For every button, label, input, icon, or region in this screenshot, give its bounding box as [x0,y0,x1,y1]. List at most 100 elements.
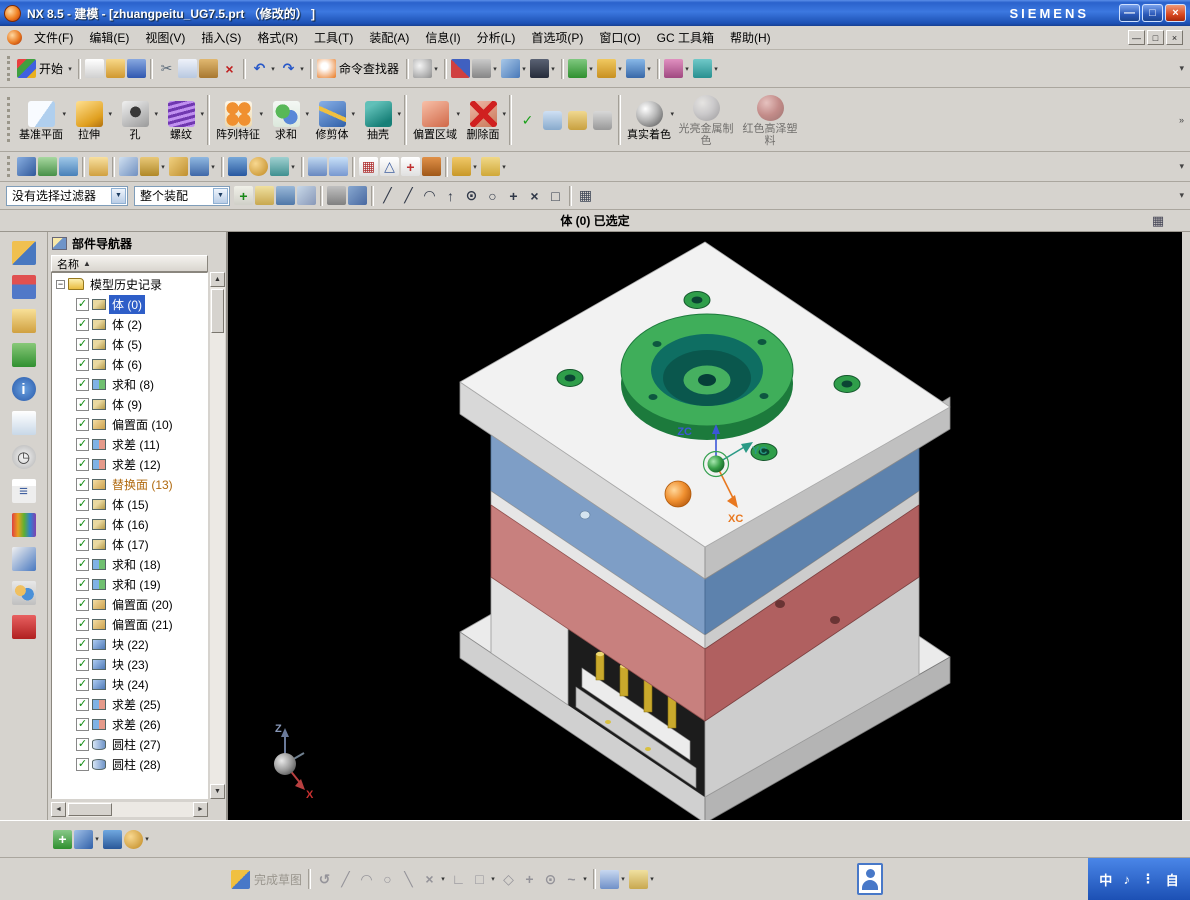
scroll-left-icon[interactable]: ◄ [51,802,66,817]
feature-button[interactable]: ▾ [565,108,590,131]
graphics-viewport[interactable]: ZC YC XC Z X [228,232,1182,820]
chevron-down-icon[interactable]: ▼ [213,187,228,204]
dropdown-arrow-icon[interactable]: ▾ [159,163,167,171]
dropdown-arrow-icon[interactable]: ▾ [200,110,204,118]
toolbar-icon[interactable]: ▾ [105,58,126,79]
dropdown-arrow-icon[interactable]: ▾ [432,65,440,73]
snap-point-icon[interactable]: × ▾ [524,185,545,206]
menu-item[interactable]: 格式(R) [249,26,306,49]
toolbar-icon[interactable]: ▾ [596,58,625,79]
sketch-tool-icon[interactable]: × ▾ [419,869,448,890]
menu-item[interactable]: 视图(V) [137,26,193,49]
feature-button[interactable]: 螺纹 ▾ [158,98,204,142]
sketch-tool-icon[interactable]: ∟ ▾ [448,869,469,890]
toolbar-icon[interactable]: ▾ [84,58,105,79]
resource-tab-icon[interactable] [11,274,37,300]
menu-item[interactable]: 装配(A) [361,26,417,49]
sketch-tool-icon[interactable]: ╱ ▾ [335,869,356,890]
toolbar-icon[interactable]: △ ▾ [379,156,400,177]
toolbar-icon[interactable]: ▾ [451,156,480,177]
menu-item[interactable]: 窗口(O) [591,26,648,49]
feature-tree-row[interactable]: ✓ 体 (0) [52,294,207,314]
toolbar-icon[interactable]: ▾ [73,829,102,850]
feature-tree-row[interactable]: ✓ 体 (6) [52,354,207,374]
csys-drag-handle[interactable] [664,480,692,508]
dropdown-arrow-icon[interactable]: ▾ [143,835,151,843]
snap-point-icon[interactable]: ▦ ▾ [575,185,596,206]
name-column-header[interactable]: 名称 ▲ [51,255,208,272]
toolbar-icon[interactable]: ▾ [421,156,442,177]
toolbar-icon[interactable]: 开始 ▾ [16,58,75,79]
snap-point-icon[interactable]: ▾ [347,185,368,206]
feature-tree-row[interactable]: ✓ 偏置面 (21) [52,614,207,634]
feature-checkbox[interactable]: ✓ [76,377,89,391]
snap-point-icon[interactable]: ╱ ▾ [398,185,419,206]
feature-tree-row[interactable]: ✓ 圆柱 (28) [52,754,207,774]
menu-item[interactable]: 分析(L) [469,26,524,49]
toolbar-icon[interactable]: ▾ [102,829,123,850]
resource-tab-icon[interactable]: i [11,376,37,402]
feature-checkbox[interactable]: ✓ [76,617,89,631]
feature-tree-row[interactable]: ✓ 体 (17) [52,534,207,554]
feature-checkbox[interactable]: ✓ [76,717,89,731]
toolbar-grip[interactable] [7,97,12,142]
selection-scope-dropdown[interactable]: 整个装配 ▼ [134,185,230,206]
feature-button[interactable]: 孔 ▾ [112,98,158,142]
snap-point-icon[interactable]: ▾ [320,185,323,206]
toolbar-icon[interactable]: ▾ [445,156,448,177]
sketch-tool-icon[interactable]: ▾ [628,869,657,890]
toolbar-icon[interactable]: ▾ [625,58,654,79]
toolbar-icon[interactable]: 命令查找器 ▾ [316,58,403,79]
toolbar-icon[interactable]: ▾ [450,58,471,79]
dropdown-arrow-icon[interactable]: ▾ [520,65,528,73]
feature-button[interactable]: ▾ [509,94,512,145]
feature-tree-row[interactable]: ✓ 求差 (11) [52,434,207,454]
ime-item[interactable]: 自 [1166,870,1179,889]
feature-tree-row[interactable]: ✓ 块 (23) [52,654,207,674]
resource-tab-icon[interactable] [11,580,37,606]
toolbar-icon[interactable]: ▾ [189,156,218,177]
snap-point-icon[interactable]: ▾ [296,185,317,206]
scroll-down-icon[interactable]: ▼ [210,784,225,799]
toolbar-icon[interactable]: ▾ [139,156,168,177]
dropdown-arrow-icon[interactable]: ▾ [269,65,277,73]
toolbar-icon[interactable]: ▾ [529,58,558,79]
model-history-root[interactable]: − 模型历史记录 [52,274,207,294]
toolbar-icon[interactable]: ▾ [177,58,198,79]
resource-tab-icon[interactable] [11,614,37,640]
snap-point-icon[interactable]: + ▾ [503,185,524,206]
toolbar-icon[interactable]: ▾ [657,58,661,79]
toolbar-icon[interactable]: ▾ [78,58,82,79]
feature-tree-row[interactable]: ✓ 偏置面 (20) [52,594,207,614]
menu-item[interactable]: 信息(I) [417,26,468,49]
toolbar-icon[interactable]: ▾ [112,156,115,177]
dropdown-arrow-icon[interactable]: ▾ [587,65,595,73]
toolbar-icon[interactable]: × ▾ [219,58,240,79]
chevron-down-icon[interactable]: ▼ [111,187,126,204]
resource-tab-icon[interactable]: ≡ [11,478,37,504]
feature-button[interactable]: 阵列特征 ▾ [213,98,263,142]
resource-tab-icon[interactable] [11,512,37,538]
feature-tree-row[interactable]: ✓ 体 (2) [52,314,207,334]
sketch-tool-icon[interactable]: ⊙ ▾ [540,869,561,890]
snap-point-icon[interactable]: ○ ▾ [482,185,503,206]
toolbar-icon[interactable]: ▾ [123,829,152,850]
dropdown-arrow-icon[interactable]: ▾ [581,875,589,883]
toolbar-icon[interactable]: ▦ ▾ [358,156,379,177]
toolbar-icon[interactable]: ▾ [307,156,328,177]
sketch-tool-icon[interactable]: ▾ [593,869,597,889]
feature-checkbox[interactable]: ✓ [76,697,89,711]
toolbar-icon[interactable]: ▾ [663,58,692,79]
mdi-restore-button[interactable]: □ [1147,30,1164,45]
toolbar-icon[interactable]: ↷ ▾ [278,58,307,79]
feature-tree-row[interactable]: ✓ 求差 (12) [52,454,207,474]
sketch-tool-icon[interactable]: ○ ▾ [377,869,398,890]
feature-checkbox[interactable]: ✓ [76,317,89,331]
toolbar-icon[interactable]: ▾ [37,156,58,177]
toolbar-icon[interactable]: ▾ [16,156,37,177]
sketch-tool-icon[interactable]: ▾ [599,869,628,890]
feature-button[interactable]: ▾ [404,94,407,145]
sketch-tool-icon[interactable]: □ ▾ [469,869,498,890]
feature-button[interactable]: 拉伸 ▾ [66,98,112,142]
feature-button[interactable]: ▾ [207,94,210,145]
